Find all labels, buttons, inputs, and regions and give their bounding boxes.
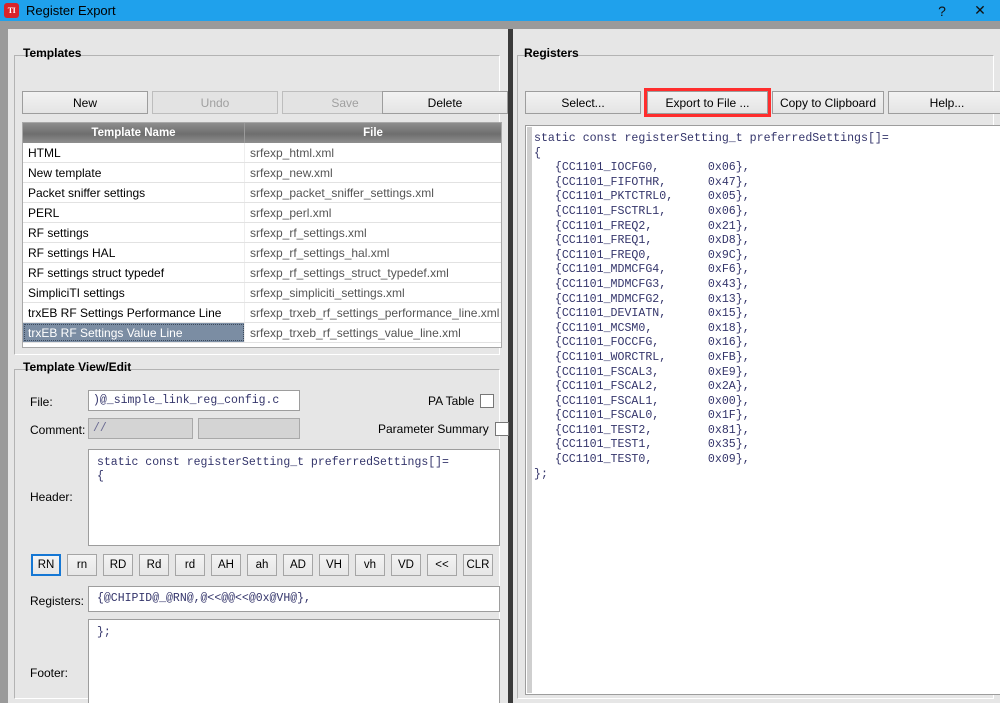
tag-button-clr[interactable]: CLR (463, 554, 493, 576)
help-icon[interactable]: ? (924, 0, 960, 21)
file-input[interactable]: )@_simple_link_reg_config.c (88, 390, 300, 411)
table-row[interactable]: Packet sniffer settings srfexp_packet_sn… (23, 183, 501, 203)
cell-template-name: RF settings (23, 223, 245, 242)
templates-table-header: Template Name File (23, 123, 501, 143)
tag-button-vd[interactable]: VD (391, 554, 421, 576)
pa-table-checkbox-row[interactable]: PA Table (428, 394, 494, 408)
header-textarea[interactable]: static const registerSetting_t preferred… (88, 449, 500, 546)
tag-button-vh-lower[interactable]: vh (355, 554, 385, 576)
cell-template-name: Packet sniffer settings (23, 183, 245, 202)
registers-group-title: Registers (521, 46, 582, 60)
registers-code-panel[interactable]: static const registerSetting_t preferred… (525, 125, 1000, 695)
content-area: Templates New Undo Save Delete Template … (8, 29, 1000, 703)
close-icon[interactable]: ✕ (960, 0, 1000, 21)
registers-code-text: static const registerSetting_t preferred… (534, 132, 1000, 694)
cell-file: srfexp_rf_settings.xml (245, 223, 501, 242)
parameter-summary-checkbox[interactable] (495, 422, 509, 436)
help-button[interactable]: Help... (888, 91, 1000, 114)
parameter-summary-label: Parameter Summary (378, 422, 489, 436)
cell-file: srfexp_simpliciti_settings.xml (245, 283, 501, 302)
tag-button-shift-left[interactable]: << (427, 554, 457, 576)
window-title: Register Export (26, 3, 116, 18)
templates-table-body: HTML srfexp_html.xml New template srfexp… (23, 143, 501, 343)
table-row[interactable]: RF settings struct typedef srfexp_rf_set… (23, 263, 501, 283)
cell-template-name: HTML (23, 143, 245, 162)
table-row[interactable]: HTML srfexp_html.xml (23, 143, 501, 163)
template-edit-group-title: Template View/Edit (20, 360, 134, 374)
cell-file: srfexp_perl.xml (245, 203, 501, 222)
window-body: Templates New Undo Save Delete Template … (0, 21, 1000, 703)
tag-button-bar: RN rn RD Rd rd AH ah AD VH vh VD << CLR (31, 554, 501, 576)
cell-file: srfexp_trxeb_rf_settings_performance_lin… (245, 303, 501, 322)
delete-button[interactable]: Delete (382, 91, 508, 114)
pa-table-checkbox[interactable] (480, 394, 494, 408)
new-template-button[interactable]: New (22, 91, 148, 114)
undo-button[interactable]: Undo (152, 91, 278, 114)
tag-button-rn[interactable]: RN (31, 554, 61, 576)
cell-template-name: trxEB RF Settings Value Line (23, 323, 245, 342)
comment-label: Comment: (30, 423, 85, 437)
parameter-summary-checkbox-row[interactable]: Parameter Summary (378, 422, 509, 436)
header-label: Header: (30, 490, 73, 504)
cell-file: srfexp_packet_sniffer_settings.xml (245, 183, 501, 202)
cell-template-name: New template (23, 163, 245, 182)
tag-button-rd-lower[interactable]: rd (175, 554, 205, 576)
templates-group-title: Templates (20, 46, 84, 60)
table-row[interactable]: RF settings srfexp_rf_settings.xml (23, 223, 501, 243)
table-row[interactable]: PERL srfexp_perl.xml (23, 203, 501, 223)
footer-textarea[interactable]: }; (88, 619, 500, 703)
cell-file: srfexp_trxeb_rf_settings_value_line.xml (245, 323, 501, 342)
registers-field-label: Registers: (30, 594, 84, 608)
cell-file: srfexp_rf_settings_struct_typedef.xml (245, 263, 501, 282)
table-row[interactable]: SimpliciTI settings srfexp_simpliciti_se… (23, 283, 501, 303)
footer-label: Footer: (30, 666, 68, 680)
export-to-file-highlight (644, 88, 771, 117)
title-bar-buttons: ? ✕ (924, 0, 1000, 21)
pa-table-label: PA Table (428, 394, 474, 408)
tag-button-ah[interactable]: AH (211, 554, 241, 576)
copy-to-clipboard-button[interactable]: Copy to Clipboard (772, 91, 884, 114)
templates-table[interactable]: Template Name File HTML srfexp_html.xml … (22, 122, 502, 348)
ti-logo-icon: TI (4, 3, 19, 18)
cell-template-name: SimpliciTI settings (23, 283, 245, 302)
cell-template-name: trxEB RF Settings Performance Line (23, 303, 245, 322)
code-scrollbar[interactable] (527, 127, 532, 693)
cell-file: srfexp_html.xml (245, 143, 501, 162)
register-export-window: TI Register Export ? ✕ Templates New Und… (0, 0, 1000, 703)
title-bar: TI Register Export ? ✕ (0, 0, 1000, 21)
file-label: File: (30, 395, 53, 409)
table-row[interactable]: trxEB RF Settings Performance Line srfex… (23, 303, 501, 323)
tag-button-rd-mixed[interactable]: Rd (139, 554, 169, 576)
cell-template-name: PERL (23, 203, 245, 222)
cell-template-name: RF settings HAL (23, 243, 245, 262)
tag-button-ah-lower[interactable]: ah (247, 554, 277, 576)
table-row[interactable]: RF settings HAL srfexp_rf_settings_hal.x… (23, 243, 501, 263)
tag-button-vh[interactable]: VH (319, 554, 349, 576)
table-row-selected[interactable]: trxEB RF Settings Value Line srfexp_trxe… (23, 323, 501, 343)
tag-button-rd[interactable]: RD (103, 554, 133, 576)
panel-divider (508, 29, 513, 703)
cell-file: srfexp_new.xml (245, 163, 501, 182)
tag-button-rn-lower[interactable]: rn (67, 554, 97, 576)
cell-file: srfexp_rf_settings_hal.xml (245, 243, 501, 262)
tag-button-ad[interactable]: AD (283, 554, 313, 576)
select-button[interactable]: Select... (525, 91, 641, 114)
comment-input-suffix[interactable] (198, 418, 300, 439)
comment-input-prefix[interactable]: // (88, 418, 193, 439)
table-row[interactable]: New template srfexp_new.xml (23, 163, 501, 183)
cell-template-name: RF settings struct typedef (23, 263, 245, 282)
column-header-template-name[interactable]: Template Name (23, 123, 245, 143)
registers-input[interactable]: {@CHIPID@_@RN@,@<<@@<<@0x@VH@}, (88, 586, 500, 612)
column-header-file[interactable]: File (245, 123, 501, 143)
